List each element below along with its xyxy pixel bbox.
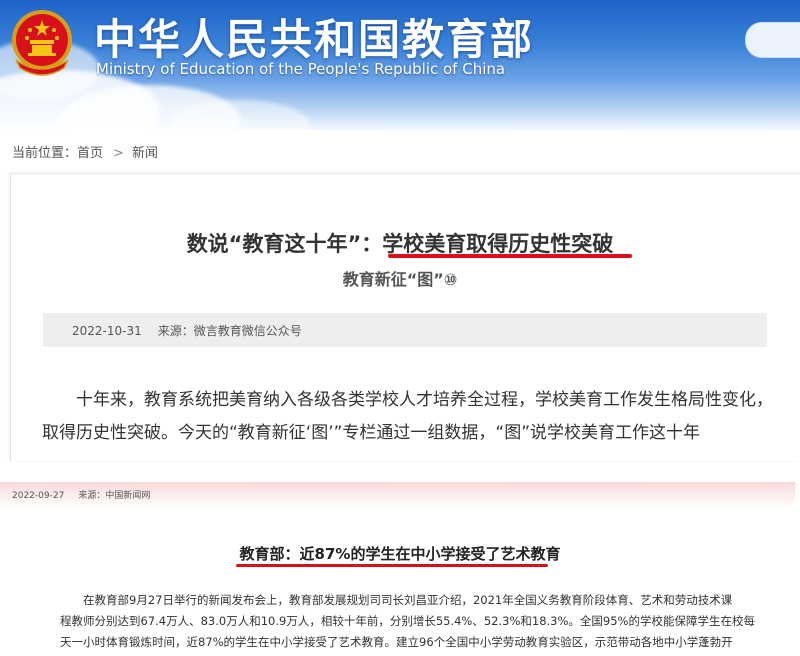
- article-2-meta: 2022-09-27 来源：中国新闻网: [12, 488, 150, 501]
- site-subtitle: Ministry of Education of the People's Re…: [96, 60, 506, 78]
- breadcrumb-home-link[interactable]: 首页: [77, 142, 103, 161]
- article-body: 十年来，教育系统把美育纳入各级各类学校人才培养全过程，学校美育工作发生格局性变化…: [42, 384, 773, 450]
- article-2-title-underline: [236, 564, 548, 567]
- search-input[interactable]: [745, 22, 800, 58]
- article-2-body: 在教育部9月27日举行的新闻发布会上，教育部发展规划司司长刘昌亚介绍，2021年…: [60, 590, 760, 653]
- article-source: 来源：微言教育微信公众号: [157, 324, 302, 338]
- article-paragraph-line: 十年来，教育系统把美育纳入各级各类学校人才培养全过程，学校美育工作发生格局性变化…: [76, 390, 773, 410]
- breadcrumb: 当前位置：首页 > 新闻: [12, 142, 158, 161]
- site-title[interactable]: 中华人民共和国教育部: [94, 6, 534, 67]
- national-emblem-icon: [12, 10, 72, 76]
- article-subtitle: 教育新征“图”⑩: [342, 270, 458, 289]
- article-meta: 2022-10-31 来源：微言教育微信公众号: [72, 322, 302, 339]
- article-2-title: 教育部：近87%的学生在中小学接受了艺术教育: [239, 545, 561, 563]
- article-2-paragraph-line: 天一小时体育锻炼时间，近87%的学生在中小学接受了艺术教育。建立96个全国中小学…: [60, 635, 733, 649]
- article-title-highlight: 学校美育取得历史性突破: [382, 232, 614, 256]
- article-2-date: 2022-09-27: [12, 491, 65, 501]
- article-date: 2022-10-31: [72, 324, 142, 338]
- article-paragraph-line: 取得历史性突破。今天的“教育新征‘图’”专栏通过一组数据，“图”说学校美育工作这…: [42, 423, 701, 443]
- title-highlight-underline: [388, 254, 632, 258]
- article-2-paragraph-line: 程教师分别达到67.4万人、83.0万人和10.9万人，相较十年前，分别增长55…: [60, 614, 755, 628]
- article-2-source: 来源：中国新闻网: [78, 491, 151, 501]
- breadcrumb-separator-icon: >: [113, 146, 124, 161]
- breadcrumb-current[interactable]: 新闻: [132, 142, 158, 161]
- breadcrumb-label: 当前位置：: [12, 146, 78, 161]
- article-title-prefix: 数说“教育这十年”：: [186, 232, 383, 256]
- article-2-paragraph-line: 在教育部9月27日举行的新闻发布会上，教育部发展规划司司长刘昌亚介绍，2021年…: [83, 593, 733, 607]
